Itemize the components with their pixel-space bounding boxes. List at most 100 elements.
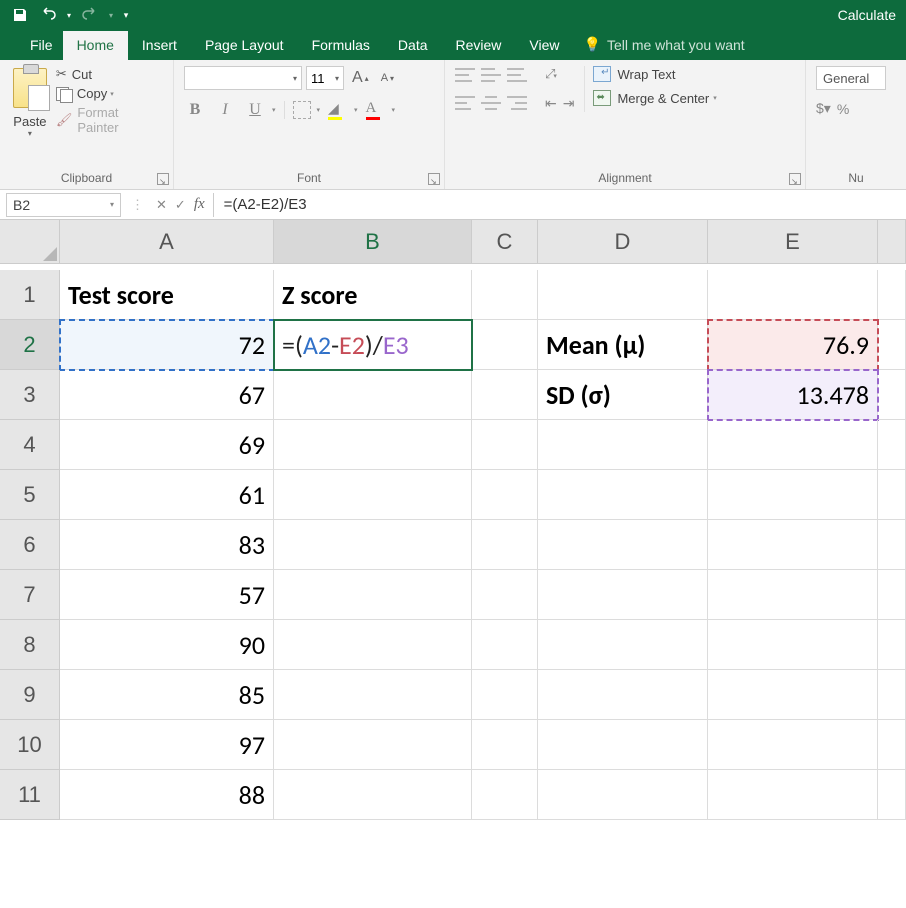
row-header-10[interactable]: 10 (0, 720, 60, 770)
underline-dropdown[interactable]: ▾ (272, 106, 276, 114)
cell-C9[interactable] (472, 670, 538, 720)
cell-C8[interactable] (472, 620, 538, 670)
cell-D8[interactable] (538, 620, 708, 670)
copy-dropdown-icon[interactable]: ▾ (110, 90, 114, 98)
cell-D6[interactable] (538, 520, 708, 570)
redo-button[interactable] (78, 3, 102, 27)
cell-C7[interactable] (472, 570, 538, 620)
increase-indent-button[interactable]: ⇥ (563, 94, 575, 112)
fx-icon[interactable]: fx (194, 196, 205, 213)
cell-ex3[interactable] (878, 370, 906, 420)
orientation-button[interactable]: ⤢▾ (545, 66, 557, 84)
cell-C3[interactable] (472, 370, 538, 420)
cell-E5[interactable] (708, 470, 878, 520)
row-header-4[interactable]: 4 (0, 420, 60, 470)
tab-review[interactable]: Review (442, 31, 516, 60)
name-box[interactable]: B2 ▾ (6, 193, 121, 217)
decrease-font-button[interactable]: A▾ (377, 66, 398, 90)
undo-dropdown[interactable]: ▾ (64, 3, 74, 27)
merge-center-button[interactable]: Merge & Center ▾ (593, 90, 716, 106)
col-header-C[interactable]: C (472, 220, 538, 264)
cell-C1[interactable] (472, 270, 538, 320)
accept-formula-button[interactable]: ✓ (175, 197, 186, 213)
row-header-3[interactable]: 3 (0, 370, 60, 420)
cell-E11[interactable] (708, 770, 878, 820)
borders-dropdown[interactable]: ▾ (317, 106, 321, 114)
cell-D1[interactable] (538, 270, 708, 320)
cut-button[interactable]: ✂Cut (56, 66, 163, 82)
row-header-2[interactable]: 2 (0, 320, 60, 370)
cell-E1[interactable] (708, 270, 878, 320)
tab-view[interactable]: View (515, 31, 573, 60)
cell-C4[interactable] (472, 420, 538, 470)
cell-A8[interactable]: 90 (60, 620, 274, 670)
cell-ex2[interactable] (878, 320, 906, 370)
cell-C6[interactable] (472, 520, 538, 570)
cell-A5[interactable]: 61 (60, 470, 274, 520)
row-header-5[interactable]: 5 (0, 470, 60, 520)
cell-A1[interactable]: Test score (60, 270, 274, 320)
paste-button[interactable]: Paste ▾ (10, 66, 50, 138)
cell-A7[interactable]: 57 (60, 570, 274, 620)
align-center-button[interactable] (481, 94, 501, 112)
cell-A2[interactable]: 72 (60, 320, 274, 370)
wrap-text-button[interactable]: Wrap Text (593, 66, 716, 82)
cell-E2[interactable]: 76.9 (708, 320, 878, 370)
cell-A6[interactable]: 83 (60, 520, 274, 570)
cell-ex7[interactable] (878, 570, 906, 620)
merge-dropdown[interactable]: ▾ (713, 94, 717, 102)
col-header-A[interactable]: A (60, 220, 274, 264)
cell-E4[interactable] (708, 420, 878, 470)
fill-color-button[interactable]: ◢ (328, 100, 348, 120)
spreadsheet-grid[interactable]: A B C D E 1 Test score Z score 2 72 =(A2… (0, 220, 906, 820)
cell-ex10[interactable] (878, 720, 906, 770)
cell-ex9[interactable] (878, 670, 906, 720)
row-header-1[interactable]: 1 (0, 270, 60, 320)
cell-E10[interactable] (708, 720, 878, 770)
fontcolor-dropdown[interactable]: ▾ (392, 106, 396, 114)
increase-font-button[interactable]: A▴ (348, 66, 373, 90)
cell-B9[interactable] (274, 670, 472, 720)
cell-ex1[interactable] (878, 270, 906, 320)
tab-file[interactable]: File (20, 31, 63, 60)
cell-ex6[interactable] (878, 520, 906, 570)
format-painter-button[interactable]: 🖌Format Painter (56, 105, 163, 135)
tab-data[interactable]: Data (384, 31, 442, 60)
align-middle-button[interactable] (481, 66, 501, 84)
cell-B8[interactable] (274, 620, 472, 670)
qat-customize-dropdown[interactable]: ▾ (120, 3, 132, 27)
save-button[interactable] (8, 3, 32, 27)
cell-E6[interactable] (708, 520, 878, 570)
cell-B1[interactable]: Z score (274, 270, 472, 320)
row-header-11[interactable]: 11 (0, 770, 60, 820)
clipboard-dialog-launcher[interactable] (157, 173, 169, 185)
redo-dropdown[interactable]: ▾ (106, 3, 116, 27)
copy-button[interactable]: Copy▾ (56, 86, 163, 101)
cell-B5[interactable] (274, 470, 472, 520)
col-header-D[interactable]: D (538, 220, 708, 264)
cell-A10[interactable]: 97 (60, 720, 274, 770)
fill-dropdown[interactable]: ▾ (354, 106, 358, 114)
font-name-combo[interactable]: ▾ (184, 66, 302, 90)
cell-A9[interactable]: 85 (60, 670, 274, 720)
cell-D4[interactable] (538, 420, 708, 470)
cell-E9[interactable] (708, 670, 878, 720)
col-header-extra[interactable] (878, 220, 906, 264)
cell-B10[interactable] (274, 720, 472, 770)
cell-D7[interactable] (538, 570, 708, 620)
tab-home[interactable]: Home (63, 31, 128, 60)
percent-format-button[interactable]: % (837, 101, 849, 117)
align-left-button[interactable] (455, 94, 475, 112)
align-right-button[interactable] (507, 94, 527, 112)
tell-me-search[interactable]: 💡 Tell me what you want (574, 30, 755, 60)
cell-A11[interactable]: 88 (60, 770, 274, 820)
cell-C5[interactable] (472, 470, 538, 520)
tab-formulas[interactable]: Formulas (298, 31, 384, 60)
cell-E8[interactable] (708, 620, 878, 670)
cell-E3[interactable]: 13.478 (708, 370, 878, 420)
cell-A4[interactable]: 69 (60, 420, 274, 470)
accounting-format-button[interactable]: $▾ (816, 100, 831, 117)
cell-D10[interactable] (538, 720, 708, 770)
bold-button[interactable]: B (184, 101, 206, 119)
tab-page-layout[interactable]: Page Layout (191, 31, 298, 60)
